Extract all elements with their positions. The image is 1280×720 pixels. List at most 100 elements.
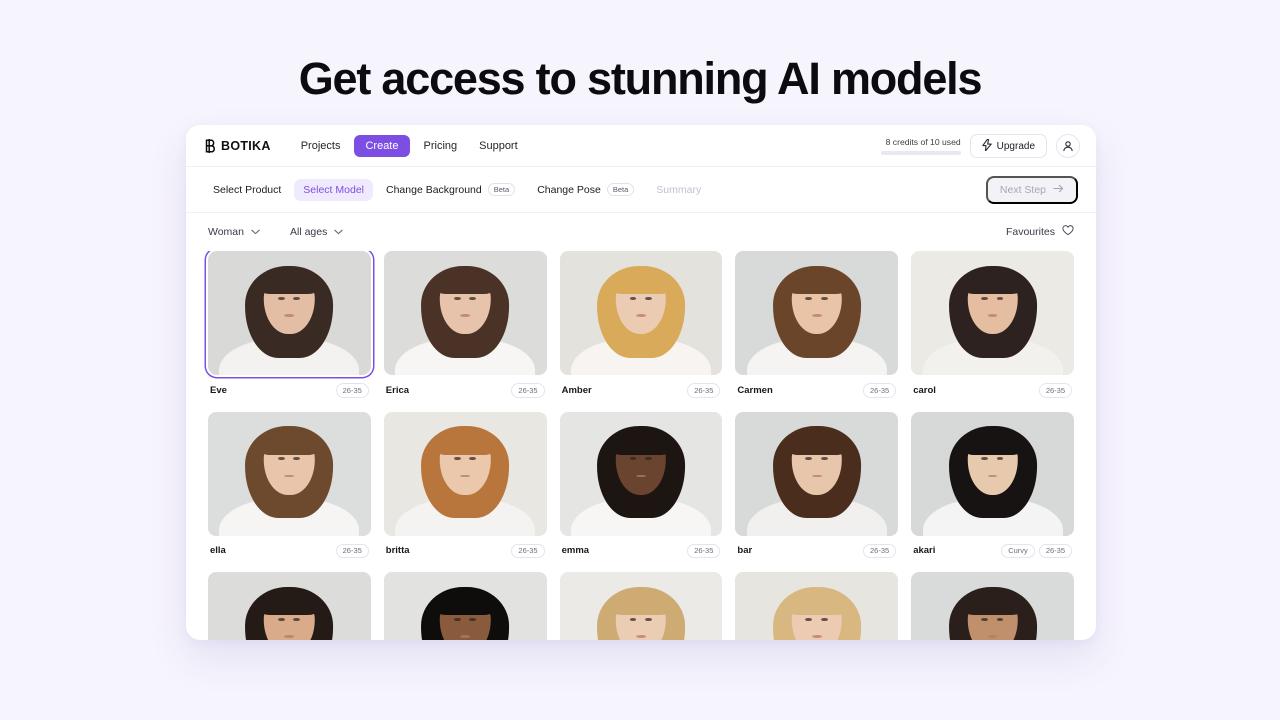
filters-bar: Woman All ages Favourites <box>186 213 1096 251</box>
user-avatar-icon[interactable] <box>1056 134 1080 158</box>
model-badge: 26-35 <box>511 383 545 398</box>
model-portrait-illustration <box>911 412 1074 536</box>
model-thumbnail[interactable] <box>208 251 371 375</box>
filter-age-dropdown[interactable]: All ages <box>290 226 344 238</box>
lightning-bolt-icon <box>981 137 992 154</box>
model-portrait-illustration <box>208 572 371 640</box>
model-thumbnail[interactable] <box>735 251 899 375</box>
model-portrait-illustration <box>560 412 723 536</box>
model-badges: 26-35 <box>687 543 721 558</box>
nav-link-create[interactable]: Create <box>354 134 410 157</box>
model-portrait-illustration <box>735 572 898 640</box>
model-badges: 26-35 <box>863 543 897 558</box>
page-title: Get access to stunning AI models <box>298 53 983 104</box>
model-card-meta: carol 26-35 <box>911 375 1074 412</box>
model-thumbnail[interactable] <box>383 251 547 375</box>
model-portrait-illustration <box>560 251 723 375</box>
topbar-right-group: 8 credits of 10 used Upgrade <box>880 125 1080 167</box>
model-card[interactable] <box>208 572 371 640</box>
model-portrait-illustration <box>911 251 1074 375</box>
model-badges: 26-35 <box>687 383 721 398</box>
model-portrait-illustration <box>208 251 371 375</box>
model-badge: 26-35 <box>863 383 897 398</box>
model-thumbnail[interactable] <box>559 411 723 536</box>
model-card[interactable]: emma 26-35 <box>559 411 723 573</box>
favourites-label: Favourites <box>1005 226 1055 238</box>
model-thumbnail[interactable] <box>735 572 899 640</box>
model-card[interactable] <box>383 572 547 640</box>
filter-gender-dropdown[interactable]: Woman <box>208 226 260 238</box>
model-card-meta: britta 26-35 <box>384 536 547 573</box>
step-select-model[interactable]: Select Model <box>294 178 373 201</box>
model-card[interactable]: ella 26-35 <box>208 411 371 573</box>
app-window: BOTIKA Projects Create Pricing Support 8… <box>186 125 1096 640</box>
model-thumbnail[interactable] <box>911 411 1074 536</box>
model-card[interactable] <box>559 572 723 640</box>
model-portrait-illustration <box>384 572 547 640</box>
wizard-steps: Select Product Select Model Change Backg… <box>204 178 710 201</box>
model-thumbnail[interactable] <box>208 411 371 536</box>
model-thumbnail[interactable] <box>383 411 547 536</box>
nav-link-support[interactable]: Support <box>471 135 526 157</box>
model-badge: Curvy <box>1001 543 1035 558</box>
model-badge: 26-35 <box>335 543 369 558</box>
credits-meter: 8 credits of 10 used <box>880 137 961 155</box>
model-badges: 26-35 <box>863 383 897 398</box>
nav-link-projects[interactable]: Projects <box>293 135 349 157</box>
model-card[interactable]: akari Curvy 26-35 <box>911 411 1074 573</box>
model-name: Amber <box>561 384 592 396</box>
model-badge: 26-35 <box>511 543 545 558</box>
model-portrait-illustration <box>560 572 723 640</box>
model-name: akari <box>913 545 936 557</box>
step-label: Change Background <box>386 183 482 196</box>
chevron-down-icon <box>251 226 260 238</box>
step-label: Select Product <box>213 183 282 196</box>
wizard-steps-bar: Select Product Select Model Change Backg… <box>186 167 1096 213</box>
upgrade-button-label: Upgrade <box>996 140 1035 152</box>
model-thumbnail[interactable] <box>208 572 371 640</box>
model-card[interactable]: britta 26-35 <box>383 411 547 573</box>
model-badge: 26-35 <box>687 383 721 398</box>
model-thumbnail[interactable] <box>559 251 723 375</box>
filter-gender-label: Woman <box>208 226 244 238</box>
model-badges: 26-35 <box>511 383 545 398</box>
model-badges: 26-35 <box>335 383 369 398</box>
favourites-toggle[interactable]: Favourites <box>1006 225 1074 239</box>
model-card-meta: Erica 26-35 <box>384 375 547 412</box>
brand-logo[interactable]: BOTIKA <box>204 138 271 153</box>
model-card[interactable]: carol 26-35 <box>911 251 1074 412</box>
model-thumbnail[interactable] <box>383 572 547 640</box>
model-card[interactable]: Carmen 26-35 <box>735 251 899 412</box>
model-card[interactable]: bar 26-35 <box>735 411 899 573</box>
model-name: britta <box>385 545 410 557</box>
step-change-pose[interactable]: Change Pose Beta <box>528 178 643 201</box>
nav-link-pricing[interactable]: Pricing <box>416 135 466 157</box>
next-step-button[interactable]: Next Step <box>985 175 1078 204</box>
model-card[interactable]: Eve 26-35 <box>208 251 371 412</box>
model-card[interactable] <box>911 572 1074 640</box>
filter-age-label: All ages <box>290 226 328 238</box>
model-badge: 26-35 <box>1038 383 1072 398</box>
model-card[interactable]: Amber 26-35 <box>559 251 723 412</box>
model-name: Carmen <box>737 384 773 396</box>
model-badge: 26-35 <box>687 543 721 558</box>
model-thumbnail[interactable] <box>559 572 723 640</box>
model-thumbnail[interactable] <box>911 251 1074 375</box>
model-thumbnail[interactable] <box>911 572 1074 640</box>
step-summary: Summary <box>647 179 710 201</box>
model-portrait-illustration <box>384 412 547 536</box>
beta-badge: Beta <box>606 183 635 196</box>
model-name: carol <box>913 384 936 396</box>
model-thumbnail[interactable] <box>735 411 899 536</box>
model-card[interactable] <box>735 572 899 640</box>
model-card-meta: emma 26-35 <box>560 536 723 573</box>
model-grid-scroll-area[interactable]: Eve 26-35 Erica 26-35 Amber 26-35 Carmen 26-35 c… <box>186 251 1096 640</box>
step-change-background[interactable]: Change Background Beta <box>377 178 524 201</box>
upgrade-button[interactable]: Upgrade <box>969 134 1047 158</box>
model-card-meta: ella 26-35 <box>208 536 371 573</box>
step-select-product[interactable]: Select Product <box>204 179 290 201</box>
model-badges: 26-35 <box>1038 383 1072 398</box>
model-card-meta: bar 26-35 <box>735 536 898 573</box>
heart-outline-icon <box>1062 225 1074 239</box>
model-card[interactable]: Erica 26-35 <box>383 251 547 412</box>
